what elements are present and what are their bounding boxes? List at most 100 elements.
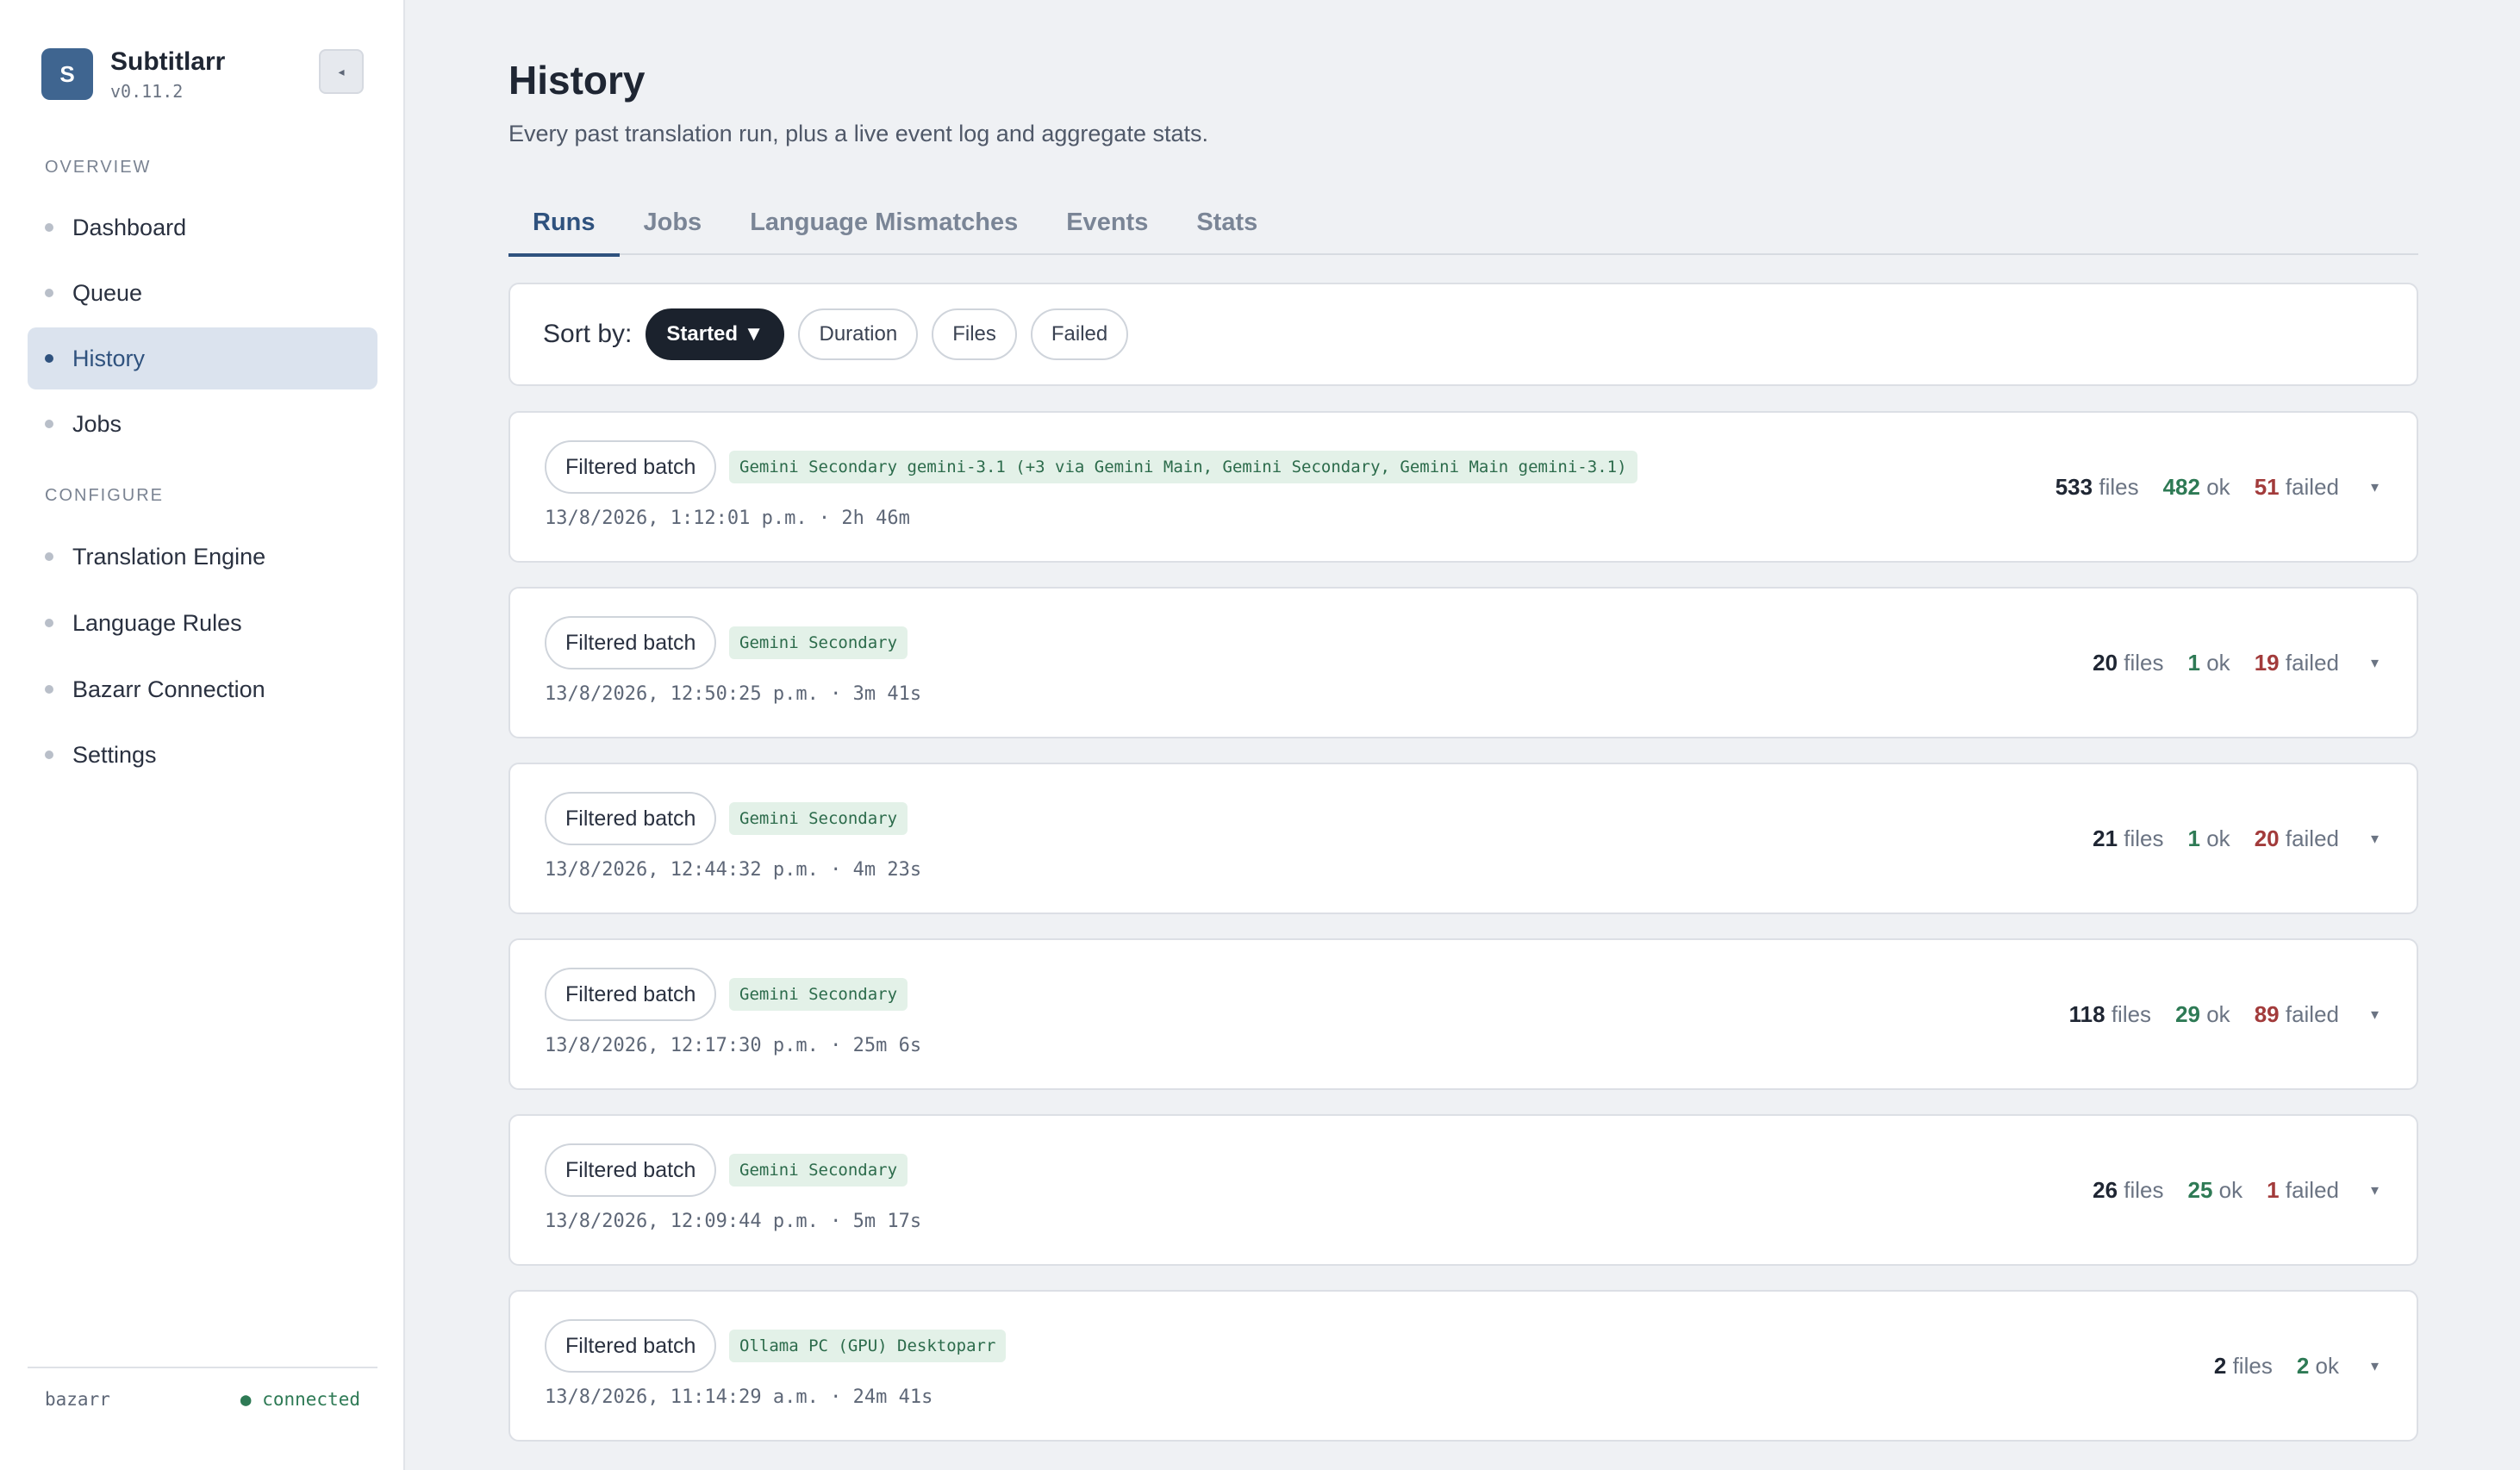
run-type-badge: Filtered batch [545,968,717,1021]
engine-badge: Gemini Secondary gemini-3.1 (+3 via Gemi… [729,451,1637,483]
ok-count: 1 ok [2187,649,2230,676]
connection-status: bazarr ● connected [28,1367,377,1410]
bullet-icon [45,354,53,363]
sidebar-item-history[interactable]: History [28,327,377,389]
run-type-badge: Filtered batch [545,440,717,494]
ok-count: 25 ok [2187,1176,2243,1203]
bullet-icon [45,619,53,627]
sort-files-button[interactable]: Files [932,308,1017,360]
sidebar-item-label: Queue [72,279,143,306]
files-count: 26 files [2093,1176,2164,1203]
run-stats: 20 files 1 ok 19 failed [2068,589,2339,737]
expand-chevron-icon[interactable]: ▾ [2371,413,2379,561]
ok-count: 2 ok [2296,1352,2339,1379]
run-stats: 2 files 2 ok [2190,1292,2339,1440]
sidebar-item-label: Jobs [72,410,122,437]
bullet-icon [45,420,53,428]
ok-count: 29 ok [2175,1000,2230,1027]
sidebar-item-settings[interactable]: Settings [28,724,377,786]
sidebar-item-label: Bazarr Connection [72,676,265,702]
run-card[interactable]: Filtered batch Gemini Secondary 13/8/202… [508,763,2418,914]
run-card[interactable]: Filtered batch Gemini Secondary gemini-3… [508,411,2418,563]
bullet-icon [45,552,53,561]
run-timestamp: 13/8/2026, 12:09:44 p.m. · 5m 17s [545,1211,922,1232]
brand-text: Subtitlarr v0.11.2 [110,47,225,102]
sidebar-item-queue[interactable]: Queue [28,262,377,324]
run-type-badge: Filtered batch [545,792,717,845]
run-timestamp: 13/8/2026, 12:44:32 p.m. · 4m 23s [545,859,922,881]
run-card[interactable]: Filtered batch Gemini Secondary 13/8/202… [508,1114,2418,1266]
sort-bar: Sort by: Started ▼ Duration Files Failed [508,283,2418,386]
run-stats: 21 files 1 ok 20 failed [2068,764,2339,913]
service-name: bazarr [45,1389,110,1410]
run-stats: 533 files 482 ok 51 failed [2031,413,2339,561]
sort-failed-button[interactable]: Failed [1030,308,1129,360]
run-type-badge: Filtered batch [545,1143,717,1197]
sort-started-button[interactable]: Started ▼ [646,308,785,360]
sort-label: Sort by: [543,320,633,348]
failed-count: 20 failed [2254,825,2339,851]
sidebar-item-label: Dashboard [72,214,187,240]
tab-jobs[interactable]: Jobs [620,198,727,255]
status-badge: ● connected [240,1389,360,1410]
engine-badge: Gemini Secondary [729,1154,908,1187]
sidebar-item-jobs[interactable]: Jobs [28,393,377,455]
brand: S Subtitlarr v0.11.2 [41,47,225,102]
app-version: v0.11.2 [110,81,184,102]
failed-count: 89 failed [2254,1000,2339,1027]
run-card[interactable]: Filtered batch Ollama PC (GPU) Desktopar… [508,1290,2418,1442]
run-timestamp: 13/8/2026, 1:12:01 p.m. · 2h 46m [545,508,910,529]
engine-badge: Gemini Secondary [729,802,908,835]
run-card[interactable]: Filtered batch Gemini Secondary 13/8/202… [508,587,2418,738]
ok-count: 1 ok [2187,825,2230,851]
sidebar-item-label: Settings [72,741,157,768]
tab-bar: Runs Jobs Language Mismatches Events Sta… [508,198,2418,257]
files-count: 20 files [2093,649,2164,676]
expand-chevron-icon[interactable]: ▾ [2371,1292,2379,1440]
app-logo: S [41,48,93,100]
sidebar: S Subtitlarr v0.11.2 ◂ OVERVIEW Dashboar… [0,0,405,1470]
sort-duration-button[interactable]: Duration [798,308,919,360]
files-count: 118 files [2068,1000,2152,1027]
chevron-left-icon: ◂ [338,64,345,78]
bullet-icon [45,751,53,759]
expand-chevron-icon[interactable]: ▾ [2371,764,2379,913]
page-subtitle: Every past translation run, plus a live … [508,121,1208,146]
run-type-badge: Filtered batch [545,616,717,670]
tab-language-mismatches[interactable]: Language Mismatches [726,198,1042,255]
bullet-icon [45,685,53,694]
page-title: History [508,58,646,103]
bullet-icon [45,223,53,232]
sidebar-item-language-rules[interactable]: Language Rules [28,592,377,654]
expand-chevron-icon[interactable]: ▾ [2371,589,2379,737]
run-stats: 118 files 29 ok 89 failed [2045,940,2339,1088]
run-timestamp: 13/8/2026, 11:14:29 a.m. · 24m 41s [545,1386,933,1408]
tab-runs[interactable]: Runs [508,198,620,257]
tab-events[interactable]: Events [1042,198,1172,255]
sidebar-item-dashboard[interactable]: Dashboard [28,196,377,258]
sidebar-item-bazarr-connection[interactable]: Bazarr Connection [28,658,377,720]
engine-badge: Ollama PC (GPU) Desktoparr [729,1330,1007,1362]
failed-count: 19 failed [2254,649,2339,676]
files-count: 21 files [2093,825,2164,851]
sidebar-item-label: Language Rules [72,609,242,636]
nav-section-configure: CONFIGURE [45,486,164,505]
collapse-sidebar-button[interactable]: ◂ [319,49,364,94]
failed-count: 1 failed [2267,1176,2339,1203]
expand-chevron-icon[interactable]: ▾ [2371,940,2379,1088]
run-stats: 26 files 25 ok 1 failed [2068,1116,2339,1264]
expand-chevron-icon[interactable]: ▾ [2371,1116,2379,1264]
bullet-icon [45,289,53,297]
files-count: 2 files [2213,1352,2273,1379]
tab-stats[interactable]: Stats [1172,198,1282,255]
nav-section-overview: OVERVIEW [45,158,152,177]
app-name: Subtitlarr [110,47,226,76]
sidebar-item-label: Translation Engine [72,543,266,570]
run-card[interactable]: Filtered batch Gemini Secondary 13/8/202… [508,938,2418,1090]
sidebar-item-translation-engine[interactable]: Translation Engine [28,526,377,588]
run-type-badge: Filtered batch [545,1319,717,1373]
failed-count: 51 failed [2254,473,2339,500]
engine-badge: Gemini Secondary [729,626,908,659]
ok-count: 482 ok [2162,473,2230,500]
sidebar-item-label: History [72,345,146,371]
